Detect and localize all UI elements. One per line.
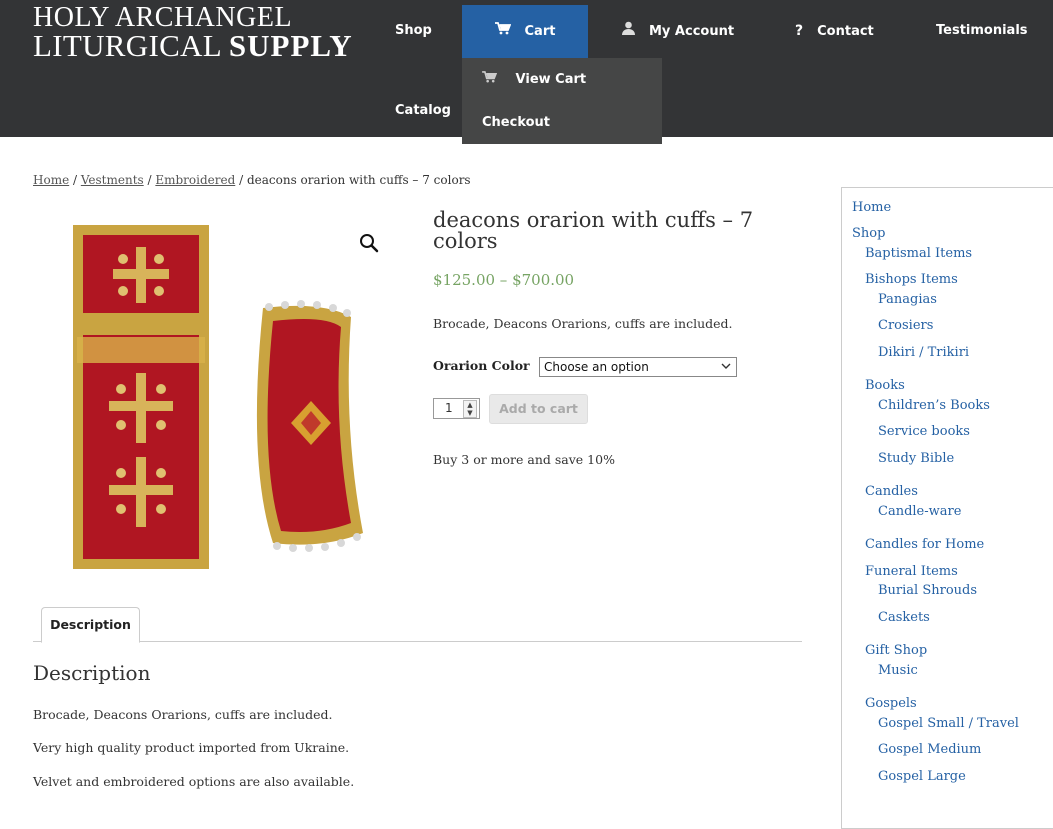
sidebar-item-gospel-medium[interactable]: Gospel Medium [878, 742, 981, 757]
sidebar-item-funeral-items[interactable]: Funeral Items [865, 564, 958, 579]
cart-icon [494, 5, 511, 58]
logo-line-2-bold: SUPPLY [228, 28, 353, 63]
sidebar-item-baptismal-items[interactable]: Baptismal Items [865, 246, 972, 261]
sidebar-item-childrens-books[interactable]: Children’s Books [878, 398, 990, 413]
cart-dropdown-menu: View Cart Checkout [462, 58, 662, 144]
sidebar-item-panagias[interactable]: Panagias [878, 292, 937, 307]
sidebar-item-study-bible[interactable]: Study Bible [878, 451, 954, 466]
sidebar-item-burial-shrouds[interactable]: Burial Shrouds [878, 583, 977, 598]
logo-line-2: LITURGICAL SUPPLY [33, 30, 353, 61]
nav-catalog-label: Catalog [395, 103, 451, 118]
nav-cart-label: Cart [524, 24, 556, 39]
checkout-label: Checkout [482, 115, 551, 130]
nav-my-account-label: My Account [649, 24, 735, 39]
tab-description[interactable]: Description [41, 607, 140, 643]
view-cart-label: View Cart [515, 72, 587, 87]
orarion-color-select[interactable]: Choose an option [539, 357, 737, 377]
magnifier-icon[interactable] [358, 232, 380, 254]
description-paragraph: Brocade, Deacons Orarions, cuffs are inc… [33, 707, 333, 722]
variation-label: Orarion Color [433, 358, 530, 373]
breadcrumb-separator: / [235, 173, 247, 187]
breadcrumb: Home / Vestments / Embroidered / deacons… [33, 173, 471, 187]
logo-line-2-regular: LITURGICAL [33, 28, 229, 63]
breadcrumb-embroidered[interactable]: Embroidered [155, 173, 235, 187]
cart-icon [482, 71, 502, 87]
nav-testimonials-label: Testimonials [936, 23, 1028, 38]
question-icon: ? [795, 23, 804, 39]
menu-item-view-cart[interactable]: View Cart [482, 71, 586, 87]
description-paragraph: Velvet and embroidered options are also … [33, 774, 355, 789]
sidebar-item-gospels[interactable]: Gospels [865, 696, 917, 711]
nav-shop[interactable]: Shop [395, 2, 432, 60]
sidebar-item-gift-shop[interactable]: Gift Shop [865, 643, 927, 658]
add-to-cart-button[interactable]: Add to cart [489, 394, 588, 424]
sidebar-item-dikiri-trikiri[interactable]: Dikiri / Trikiri [878, 345, 969, 360]
sidebar-item-candles[interactable]: Candles [865, 484, 918, 499]
sidebar-item-bishops-items[interactable]: Bishops Items [865, 272, 958, 287]
user-icon [622, 2, 635, 60]
description-paragraph: Very high quality product imported from … [33, 740, 350, 755]
sidebar-item-candle-ware[interactable]: Candle-ware [878, 504, 961, 519]
orarion-stole-image [73, 225, 209, 569]
promo-text: Buy 3 or more and save 10% [433, 452, 615, 467]
product-price: $125.00 – $700.00 [433, 271, 575, 289]
tab-divider [33, 641, 802, 642]
nav-my-account[interactable]: My Account [622, 2, 734, 60]
quantity-value: 1 [445, 401, 453, 415]
site-logo[interactable]: HOLY ARCHANGEL LITURGICAL SUPPLY [33, 4, 353, 62]
nav-contact[interactable]: ? Contact [795, 2, 874, 60]
sidebar-item-music[interactable]: Music [878, 663, 918, 678]
sidebar-item-crosiers[interactable]: Crosiers [878, 318, 933, 333]
nav-cart[interactable]: Cart [462, 5, 588, 58]
product-title: deacons orarion with cuffs – 7 colors [433, 208, 754, 253]
breadcrumb-separator: / [69, 173, 81, 187]
sidebar-item-caskets[interactable]: Caskets [878, 610, 930, 625]
spin-arrows-icon[interactable]: ▲ ▼ [463, 400, 477, 418]
sidebar-item-books[interactable]: Books [865, 378, 905, 393]
sidebar-item-candles-for-home[interactable]: Candles for Home [865, 537, 984, 552]
sidebar-item-service-books[interactable]: Service books [878, 424, 970, 439]
chevron-down-icon [720, 360, 732, 372]
sidebar-item-gospel-small-travel[interactable]: Gospel Small / Travel [878, 716, 1019, 731]
nav-testimonials[interactable]: Testimonials [936, 2, 1028, 60]
breadcrumb-current: deacons orarion with cuffs – 7 colors [246, 173, 471, 187]
quantity-stepper[interactable]: 1 ▲ ▼ [433, 398, 480, 419]
product-image[interactable] [33, 213, 402, 581]
select-value: Choose an option [544, 360, 649, 374]
nav-contact-label: Contact [817, 24, 874, 39]
product-short-description: Brocade, Deacons Orarions, cuffs are inc… [433, 316, 733, 331]
nav-catalog[interactable]: Catalog [395, 82, 451, 140]
menu-item-checkout[interactable]: Checkout [482, 115, 550, 130]
breadcrumb-separator: / [143, 173, 156, 187]
sidebar-item-shop[interactable]: Shop [852, 226, 885, 241]
cuff-image [256, 300, 363, 552]
sidebar-item-gospel-large[interactable]: Gospel Large [878, 769, 966, 784]
description-heading: Description [33, 661, 151, 685]
sidebar-item-home[interactable]: Home [852, 200, 891, 215]
breadcrumb-home[interactable]: Home [33, 173, 69, 187]
breadcrumb-vestments[interactable]: Vestments [81, 173, 144, 187]
nav-shop-label: Shop [395, 23, 432, 38]
